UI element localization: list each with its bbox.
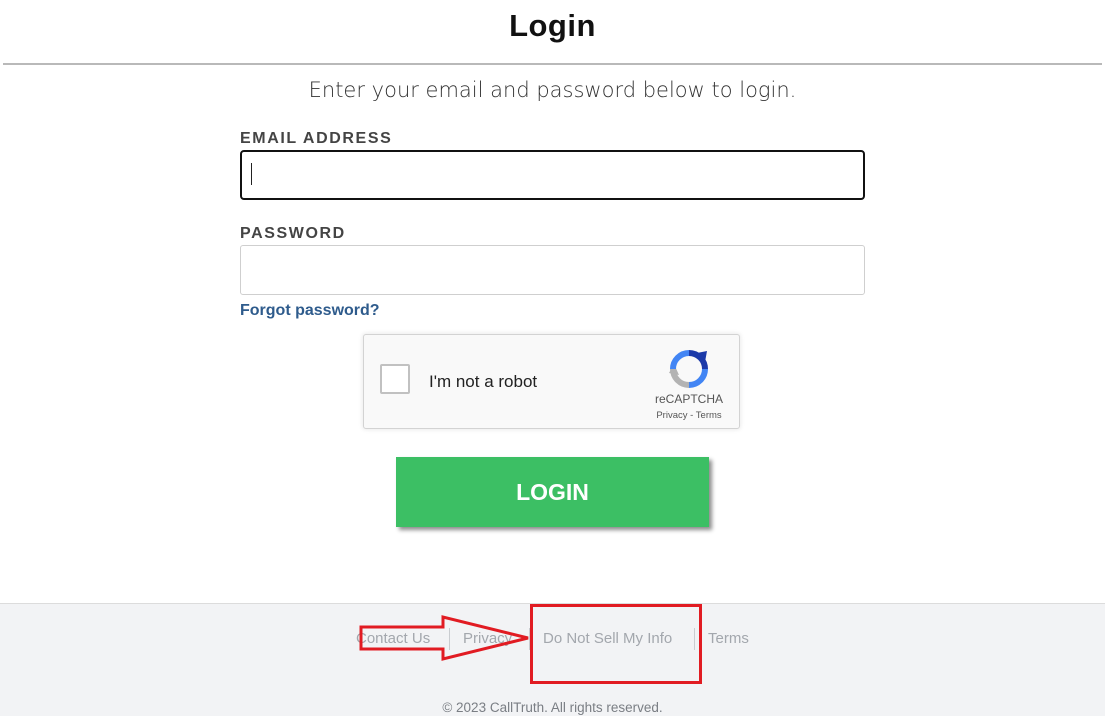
recaptcha-terms-link[interactable]: Terms (696, 410, 722, 421)
password-field[interactable] (240, 245, 865, 295)
email-field[interactable] (240, 150, 865, 200)
recaptcha-privacy-link[interactable]: Privacy (656, 410, 687, 421)
annotation-highlight-box (530, 604, 702, 684)
login-button[interactable]: LOGIN (396, 457, 709, 527)
recaptcha-logo-icon (669, 350, 708, 388)
recaptcha-separator: - (690, 410, 694, 421)
footer-link-terms[interactable]: Terms (708, 630, 749, 647)
login-instructions: Enter your email and password below to l… (308, 78, 797, 102)
recaptcha-links: Privacy - Terms (634, 410, 744, 421)
password-label: PASSWORD (240, 225, 346, 242)
recaptcha-brand: reCAPTCHA (654, 392, 723, 406)
forgot-password-link[interactable]: Forgot password? (240, 302, 380, 320)
recaptcha-label: I'm not a robot (429, 372, 538, 391)
recaptcha-widget: I'm not a robot reCAPTCHA Privacy - Term… (363, 334, 740, 429)
copyright-text: © 2023 CallTruth. All rights reserved. (442, 700, 663, 715)
text-caret (251, 163, 252, 185)
email-label: EMAIL ADDRESS (240, 130, 393, 147)
title-divider (3, 63, 1102, 65)
recaptcha-checkbox[interactable] (380, 364, 410, 394)
annotation-arrow-icon (359, 615, 529, 661)
page-title: Login (509, 8, 596, 43)
